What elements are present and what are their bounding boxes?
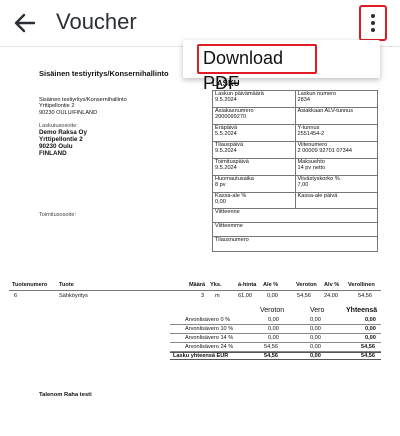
- info-cell: Kassa-ale päivä: [294, 193, 378, 208]
- info-cell: Asiakkaan ALV-tunnus: [294, 108, 378, 124]
- company-heading: Sisäinen testiyritys/Konsernihallinto: [39, 69, 169, 78]
- cell: 0,00: [267, 293, 278, 299]
- cell: Lasku yhteensä EUR: [173, 353, 229, 359]
- cell: 0,00: [365, 326, 376, 332]
- info-row: Kassa-ale % 0,00 Kassa-ale päivä: [213, 193, 377, 209]
- vat-row: Arvonlisävero 0 % 0,00 0,00 0,00: [170, 317, 381, 325]
- cell: Sähköyritys: [59, 293, 88, 299]
- info-cell: Laskun numero 2834: [294, 91, 378, 107]
- more-options-button[interactable]: [359, 5, 387, 41]
- info-row: Viitteemme: [213, 223, 377, 237]
- info-cell: Maksuehto 14 pv netto: [294, 159, 378, 175]
- kebab-dot: [371, 28, 375, 32]
- cell: 0,00: [310, 317, 321, 323]
- kebab-dot: [371, 14, 375, 18]
- cell: 3: [201, 293, 205, 299]
- vat-row: Arvonlisävero 10 % 0,00 0,00 0,00: [170, 326, 381, 334]
- column-header: Määrä: [189, 282, 206, 288]
- info-cell: Viivästyskorko % 7,00: [294, 176, 378, 192]
- cell: Arvonlisävero 0 %: [185, 317, 231, 323]
- info-cell: Viitenumero 2 00009 92701 07344: [294, 142, 378, 158]
- download-pdf-menu-item[interactable]: Download PDF: [197, 44, 317, 93]
- cell: 0,00: [365, 335, 376, 341]
- cell: 0,00: [310, 326, 321, 332]
- back-arrow-icon[interactable]: [12, 10, 38, 36]
- info-cell: Huomautusaika 8 pv: [215, 176, 254, 188]
- column-header: Tuotenumero: [12, 282, 48, 288]
- cell: 61,00: [238, 293, 252, 299]
- cell: 6: [14, 293, 18, 299]
- items-table-header: Tuotenumero Tuote Määrä Yks. á-hinta Ale…: [9, 282, 381, 291]
- column-header: Tuote: [59, 282, 74, 288]
- footer-company: Talenom Raha testi: [39, 392, 92, 398]
- sender-address: Sisäinen testiyritys/Konsernihallinto Yr…: [39, 97, 127, 116]
- table-row: 6 Sähköyritys 3 m 61,00 0,00 54,56 24,00…: [9, 293, 381, 301]
- vat-row: Arvonlisävero 24 % 54,56 0,00 54,56: [170, 344, 381, 352]
- info-cell: Asiakasnumero 2000099270: [215, 108, 254, 120]
- cell: 54,56: [264, 344, 278, 350]
- delivery-label: Toimitusosoite:: [39, 212, 76, 218]
- column-header: Verollinen: [348, 282, 375, 288]
- billing-line: Yrttipellontie 2: [39, 136, 83, 143]
- column-header: á-hinta: [238, 282, 257, 288]
- info-cell: Kassa-ale % 0,00: [215, 193, 247, 205]
- page-title: Voucher: [56, 9, 137, 34]
- cell: 0,00: [310, 353, 321, 359]
- cell: 0,00: [268, 335, 279, 341]
- info-cell: Eräpäivä 5.5.2024: [215, 125, 238, 137]
- cell: 54,56: [264, 353, 278, 359]
- column-header: Yks.: [210, 282, 222, 288]
- info-cell: Viitteemme: [215, 223, 243, 229]
- vat-summary-header: Veroton Vero Yhteensä: [170, 307, 381, 316]
- cell: 0,00: [365, 317, 376, 323]
- vat-row: Arvonlisävero 14 % 0,00 0,00 0,00: [170, 335, 381, 343]
- invoice-info-grid: Laskun päivämäärä 9.5.2024 Laskun numero 2…: [212, 90, 378, 252]
- cell: 54,56: [358, 293, 372, 299]
- info-row: Huomautusaika 8 pv Viivästyskorko % 7,00: [213, 176, 377, 193]
- info-row: Tilausnumero: [213, 237, 377, 251]
- info-cell: Tilauspäivä 9.5.2024: [215, 142, 244, 154]
- billing-line: FINLAND: [39, 150, 67, 157]
- cell: Arvonlisävero 24 %: [185, 344, 234, 350]
- info-row: Viitteenne: [213, 209, 377, 223]
- info-cell: Tilausnumero: [215, 237, 249, 243]
- billing-address: Demo Raksa Oy Yrttipellontie 2 90230 Oul…: [39, 129, 87, 157]
- info-cell: Toimituspäivä 9.5.2024: [215, 159, 249, 171]
- info-row: Toimituspäivä 9.5.2024 Maksuehto 14 pv net…: [213, 159, 377, 176]
- cell: 0,00: [268, 317, 279, 323]
- voucher-document: Sisäinen testiyritys/Konsernihallinto LA…: [0, 47, 400, 436]
- column-header: Vero: [310, 307, 325, 314]
- column-header: Veroton: [260, 307, 285, 314]
- cell: 54,56: [361, 353, 375, 359]
- cell: 0,00: [268, 326, 279, 332]
- billing-line: 90230 Oulu: [39, 143, 73, 150]
- column-header: Veroton: [296, 282, 317, 288]
- options-menu: Download PDF: [183, 40, 380, 93]
- column-header: Alv %: [324, 282, 340, 288]
- cell: 0,00: [310, 344, 321, 350]
- cell: 54,56: [361, 344, 375, 350]
- cell: Arvonlisävero 14 %: [185, 335, 234, 341]
- info-cell: Y-tunnus 2551454-2: [294, 125, 378, 141]
- invoice-total-row: Lasku yhteensä EUR 54,56 0,00 54,56: [170, 352, 381, 360]
- column-header: Yhteensä: [346, 307, 378, 314]
- cell: 24,00: [324, 293, 338, 299]
- cell: 54,56: [297, 293, 311, 299]
- sender-line: 90230 OULU/FINLAND: [39, 109, 98, 116]
- info-row: Asiakasnumero 2000099270 Asiakkaan ALV-tu…: [213, 108, 377, 125]
- cell: 0,00: [310, 335, 321, 341]
- cell: Arvonlisävero 10 %: [185, 326, 234, 332]
- info-cell: Viitteenne: [215, 209, 240, 215]
- billing-line: Demo Raksa Oy: [39, 129, 87, 136]
- kebab-dot: [371, 21, 375, 25]
- info-row: Tilauspäivä 9.5.2024 Viitenumero 2 00009 9…: [213, 142, 377, 159]
- cell: m: [215, 293, 220, 299]
- info-row: Eräpäivä 5.5.2024 Y-tunnus 2551454-2: [213, 125, 377, 142]
- column-header: Ale %: [263, 282, 279, 288]
